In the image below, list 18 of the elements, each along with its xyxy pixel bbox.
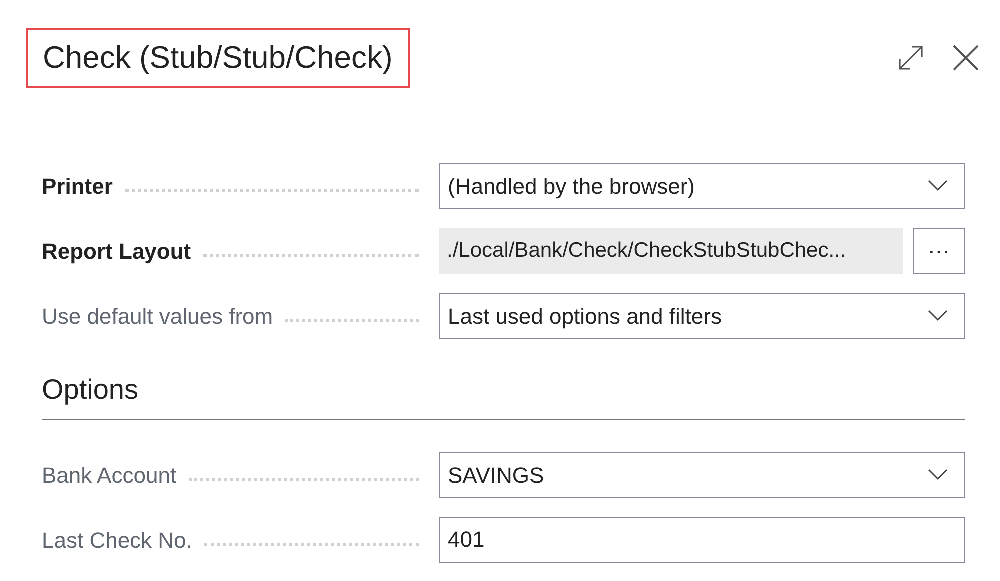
read-only-field: ./Local/Bank/Check/CheckStubStubChec...	[439, 228, 903, 274]
dropdown-field[interactable]: Last used options and filters	[439, 293, 965, 339]
close-icon[interactable]	[952, 44, 980, 72]
chevron-down-icon	[928, 310, 948, 322]
field-label: Use default values from	[42, 302, 274, 330]
more-options-button[interactable]: ⋯	[913, 228, 965, 274]
field-label: Report Layout	[42, 238, 192, 266]
dropdown-field[interactable]: (Handled by the browser)	[439, 163, 965, 209]
chevron-down-icon	[928, 180, 948, 192]
expand-icon[interactable]	[898, 45, 924, 71]
field-label: Printer	[42, 172, 113, 200]
field-label: Bank Account	[42, 462, 177, 490]
input-field[interactable]: 401	[439, 517, 965, 563]
chevron-down-icon	[928, 469, 948, 481]
dialog-title: Check (Stub/Stub/Check)	[26, 28, 410, 88]
dropdown-field[interactable]: SAVINGS	[439, 452, 965, 498]
field-label: Last Check No.	[42, 526, 192, 554]
section-heading: Options	[42, 369, 965, 420]
